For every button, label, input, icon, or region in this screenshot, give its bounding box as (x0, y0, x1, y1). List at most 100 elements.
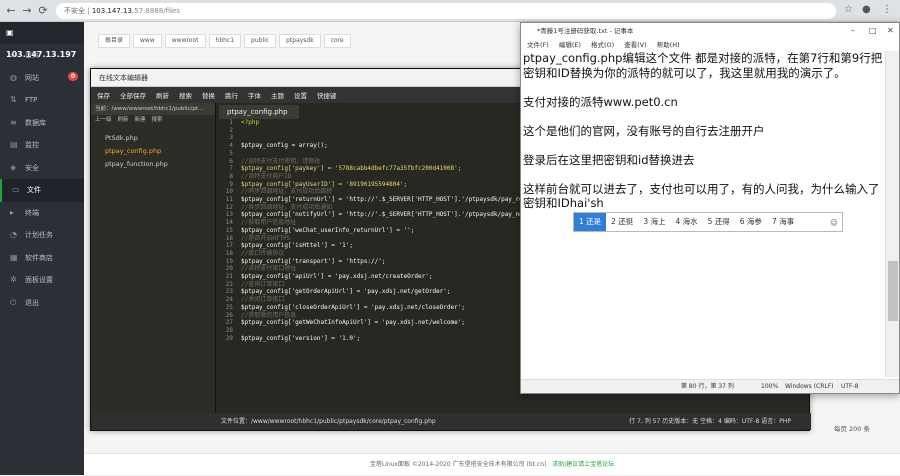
code-text: //是否开启HTTPS (241, 234, 291, 242)
forum-link[interactable]: 求助|建议请上宝塔论坛 (552, 461, 614, 468)
ime-candidate[interactable]: 5 还得 (703, 213, 735, 231)
new-file-button[interactable]: 新建 (135, 115, 146, 126)
breadcrumb-item[interactable]: core (323, 34, 351, 48)
tree-search-button[interactable]: 搜索 (152, 115, 163, 126)
chart-icon: ▤ (10, 140, 18, 149)
tree-refresh-button[interactable]: 刷新 (118, 115, 129, 126)
code-text: //查询订单接口 (241, 280, 285, 288)
ftp-icon: ⇅ (10, 95, 17, 104)
sidebar-item-database[interactable]: ≡ 数据库 (0, 112, 84, 135)
menu-icon[interactable]: ⋮ (882, 4, 892, 15)
search-button[interactable]: 搜索 (179, 90, 192, 100)
goto-line-button[interactable]: 跳行 (225, 90, 238, 100)
sidebar-item-store[interactable]: ▦ 软件商店 (0, 247, 84, 270)
ime-candidate[interactable]: 3 海上 (638, 213, 670, 231)
line-number: 24 (225, 296, 233, 304)
forward-icon[interactable]: → (20, 4, 34, 18)
terminal-icon: ▸ (10, 207, 15, 217)
sidebar-item-security[interactable]: ◈ 安全 (0, 157, 84, 180)
ime-candidate[interactable]: 4 海水 (670, 213, 702, 231)
sidebar-item-logout[interactable]: ⏻ 退出 (0, 292, 84, 315)
footer-copyright: 宝塔Linux面板 ©2014-2020 广东堡塔安全技术有限公司 (bt.cn… (369, 461, 547, 468)
refresh-button[interactable]: 刷新 (156, 90, 169, 100)
line-number: 1 (229, 119, 233, 126)
star-icon[interactable]: ☆ (844, 4, 853, 15)
back-icon[interactable]: ← (4, 4, 18, 18)
code-text: $ptpay_config['payUserID'] = '8919019559… (241, 180, 408, 188)
code-text: $ptpay_config['getOrderApiUrl'] = 'pay.x… (241, 288, 451, 296)
sidebar-item-cron[interactable]: ◔ 计划任务 (0, 224, 84, 247)
shortcuts-button[interactable]: 快捷键 (317, 90, 337, 100)
breadcrumb-item[interactable]: wwwroot (164, 34, 206, 48)
line-number: 23 (225, 288, 233, 296)
ime-candidate[interactable]: 7 海事 (767, 213, 799, 231)
line-number: 18 (225, 249, 233, 257)
save-button[interactable]: 保存 (97, 90, 110, 100)
menu-view[interactable]: 查看(V) (624, 39, 647, 51)
breadcrumb-item[interactable]: ptpaysdk (279, 34, 321, 48)
url-rest: 57:8888/files (134, 7, 180, 15)
close-icon[interactable]: ✕ (887, 23, 894, 39)
menu-file[interactable]: 文件(F) (527, 39, 549, 51)
line-number: 4 (229, 142, 233, 150)
sidebar-item-terminal[interactable]: ▸ 终端 (0, 202, 84, 225)
ime-candidate[interactable]: 1 还是 (574, 213, 607, 231)
line-number: 27 (225, 319, 233, 327)
ime-candidate[interactable]: 6 海参 (735, 213, 767, 231)
text-paragraph: 这样前台就可以进去了，支付也可以用了，有的人问我，为什么输入了密钥和IDhai'… (523, 181, 880, 211)
line-number: 13 (225, 211, 233, 219)
file-item[interactable]: PtSdk.php (91, 132, 215, 145)
settings-button[interactable]: 设置 (294, 90, 307, 100)
breadcrumb-item[interactable]: hbhc1 (208, 34, 242, 48)
editor-status-bar: 文件位置：/www/wwwroot/hbhc1/public/ptpaysdk/… (91, 413, 811, 430)
theme-button[interactable]: 主题 (271, 90, 284, 100)
line-number: 16 (225, 234, 233, 242)
gear-icon: ✲ (10, 275, 17, 284)
cursor-position: 第 80 行，第 37 列 (681, 383, 734, 390)
minimize-icon[interactable]: – (851, 23, 855, 39)
notepad-status-bar: 第 80 行，第 37 列 100% Windows (CRLF) UTF-8 (521, 379, 899, 393)
url-host: 103.147.13. (91, 7, 135, 15)
sidebar-item-home[interactable]: ⌂ 首页 (0, 44, 84, 67)
sidebar-item-website[interactable]: ◍ 网站 (0, 67, 84, 90)
sidebar-item-monitor[interactable]: ▤ 监控 (0, 134, 84, 157)
file-item-selected[interactable]: ptpay_config.php (91, 145, 215, 158)
breadcrumb-item[interactable]: public (244, 34, 277, 48)
line-number: 5 (229, 149, 233, 157)
sidebar-item-files[interactable]: ▭ 文件 (0, 179, 84, 202)
menu-edit[interactable]: 编辑(E) (559, 39, 581, 51)
menu-format[interactable]: 格式(O) (591, 39, 614, 51)
sidebar-item-settings[interactable]: ✲ 面板设置 (0, 269, 84, 292)
file-tree-path: 当前：/www/wwwroot/hbhc1/public/pt... (91, 103, 215, 115)
notepad-scrollbar[interactable] (885, 51, 899, 377)
file-item[interactable]: ptpay_function.php (91, 158, 215, 171)
menu-help[interactable]: 帮助(H) (657, 39, 680, 51)
ime-candidate-bar: 1 还是 2 还挺 3 海上 4 海水 5 还得 6 海参 7 海事 ☺ (573, 212, 843, 232)
emoji-icon[interactable]: ☺ (830, 218, 838, 227)
replace-button[interactable]: 替换 (202, 90, 215, 100)
sidebar-item-ftp[interactable]: ⇅ FTP (0, 89, 84, 112)
reload-icon[interactable]: ⟳ (36, 4, 50, 18)
maximize-icon[interactable]: □ (869, 23, 877, 39)
tab-ptpay-config[interactable]: ptpay_config.php (219, 105, 299, 119)
page-size-select[interactable]: 每页 200 条 (834, 423, 870, 433)
profile-icon[interactable]: ● (862, 4, 871, 15)
ime-candidate[interactable]: 2 还挺 (606, 213, 638, 231)
folder-icon: ▭ (12, 185, 20, 194)
font-button[interactable]: 字体 (248, 90, 261, 100)
breadcrumb-item[interactable]: www (133, 34, 162, 48)
save-all-button[interactable]: 全部保存 (120, 90, 146, 100)
code-text: //获取微信用户信息 (241, 311, 297, 319)
address-bar[interactable]: 不安全 | 103.147.13.57:8888/files (56, 3, 836, 19)
scrollbar-thumb[interactable] (888, 261, 898, 321)
code-text: $ptpay_config['paykey'] = '5788cabb4dbef… (241, 165, 462, 173)
line-number: 17 (225, 242, 233, 250)
code-text: $ptpay_config['apiUrl'] = 'pay.xdsj.net/… (241, 273, 433, 281)
line-number: 10 (225, 188, 233, 196)
parent-dir-button[interactable]: 上一级 (95, 115, 112, 126)
code-text: //关闭订单接口 (241, 296, 285, 304)
line-number: 15 (225, 226, 233, 234)
home-icon: ⌂ (10, 50, 16, 59)
code-text: $ptpay_config['isHttel'] = '1'; (241, 242, 353, 250)
breadcrumb-item[interactable]: 根目录 (98, 34, 131, 48)
